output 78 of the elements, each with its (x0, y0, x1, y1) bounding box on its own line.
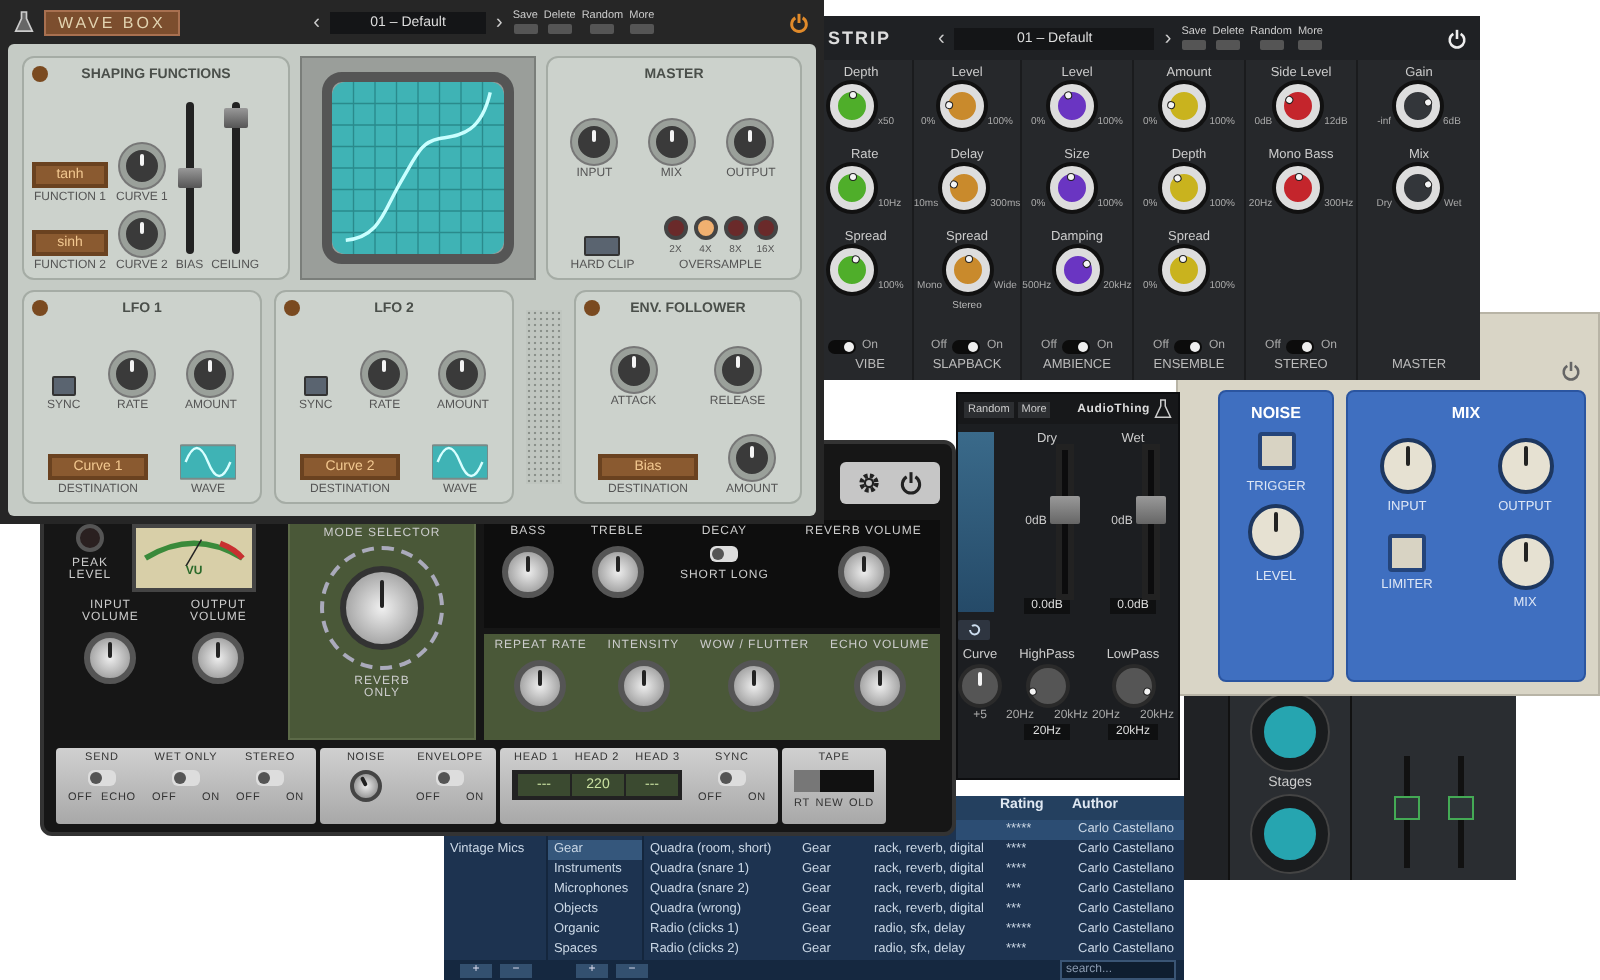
oversample-lamp-button[interactable] (753, 216, 778, 240)
toggle-switch[interactable] (1286, 339, 1315, 353)
knob[interactable] (1252, 694, 1328, 770)
toggle-switch[interactable] (1174, 339, 1203, 353)
next-preset-button[interactable]: › (1164, 27, 1172, 49)
trigger-button[interactable] (1257, 432, 1295, 470)
power-icon[interactable] (788, 11, 811, 33)
knob[interactable] (119, 212, 164, 256)
power-icon[interactable] (898, 469, 924, 495)
panel-title: MIX (1451, 404, 1481, 422)
knob[interactable] (837, 546, 890, 598)
knob[interactable] (362, 351, 407, 395)
lamp-icon (584, 300, 600, 316)
plugin-title: STRIP (828, 28, 894, 48)
knob[interactable] (1497, 534, 1553, 590)
knob[interactable] (730, 436, 774, 480)
knob[interactable] (340, 566, 424, 650)
knob[interactable] (192, 632, 245, 684)
toggle-switch[interactable] (718, 770, 746, 786)
knob[interactable] (350, 770, 382, 802)
power-icon[interactable] (1446, 27, 1468, 49)
plugin-logo: WAVE BOX (44, 9, 180, 35)
flask-icon (14, 10, 34, 34)
knob[interactable] (1252, 796, 1328, 872)
fader-thumb[interactable] (1136, 496, 1167, 525)
hard-clip-button[interactable] (584, 236, 621, 256)
toggle-switch[interactable] (1062, 339, 1091, 353)
next-preset-button[interactable]: › (496, 11, 503, 33)
panel-title: NOISE (1251, 404, 1301, 422)
oversample-lamp-button[interactable] (693, 216, 718, 240)
fader-thumb[interactable] (1050, 496, 1081, 525)
knob[interactable] (715, 347, 760, 391)
knob[interactable] (591, 546, 644, 598)
oversample-lamp-button[interactable] (663, 216, 688, 240)
knob[interactable] (188, 351, 233, 395)
sine-wave-icon[interactable] (180, 444, 236, 480)
toggle-switch[interactable] (256, 770, 284, 786)
settings-icon[interactable] (856, 469, 882, 495)
knob[interactable] (958, 664, 1002, 708)
tape-selector[interactable] (794, 770, 874, 792)
knob[interactable] (514, 660, 567, 712)
sync-button[interactable] (303, 375, 328, 395)
knob[interactable] (1497, 438, 1553, 494)
knob[interactable] (119, 144, 164, 188)
fader-thumb[interactable] (177, 168, 202, 188)
fader-thumb[interactable] (1448, 795, 1474, 820)
knob[interactable] (110, 351, 155, 395)
previous-preset-button[interactable]: ‹ (938, 27, 945, 49)
previous-preset-button[interactable]: ‹ (313, 11, 321, 33)
knob[interactable] (440, 351, 485, 395)
reset-icon[interactable] (958, 620, 990, 640)
fader-thumb[interactable] (223, 108, 248, 129)
lamp-icon (284, 300, 300, 316)
toggle-switch[interactable] (88, 770, 116, 786)
toggle-switch[interactable] (436, 770, 464, 786)
sync-button[interactable] (51, 375, 76, 395)
knob[interactable] (649, 120, 694, 164)
toggle-switch[interactable] (828, 339, 856, 353)
toggle-switch[interactable] (172, 770, 200, 786)
lamp-icon (32, 300, 48, 316)
toggle-switch[interactable] (710, 546, 739, 562)
knob[interactable] (502, 546, 555, 598)
limiter-button[interactable] (1388, 534, 1426, 572)
knob[interactable] (1248, 504, 1304, 560)
knob[interactable] (617, 660, 670, 712)
sine-wave-icon[interactable] (432, 444, 488, 480)
oversample-lamp-button[interactable] (723, 216, 748, 240)
flask-icon (1154, 398, 1172, 420)
lamp-icon (32, 66, 48, 82)
toggle-switch[interactable] (952, 339, 981, 353)
knob[interactable] (572, 120, 617, 164)
knob[interactable] (1379, 438, 1435, 494)
knob[interactable] (728, 120, 773, 164)
fader-thumb[interactable] (1394, 795, 1420, 820)
knob[interactable] (611, 347, 656, 391)
knob[interactable] (728, 660, 781, 712)
knob[interactable] (84, 632, 137, 684)
knob[interactable] (853, 660, 906, 712)
